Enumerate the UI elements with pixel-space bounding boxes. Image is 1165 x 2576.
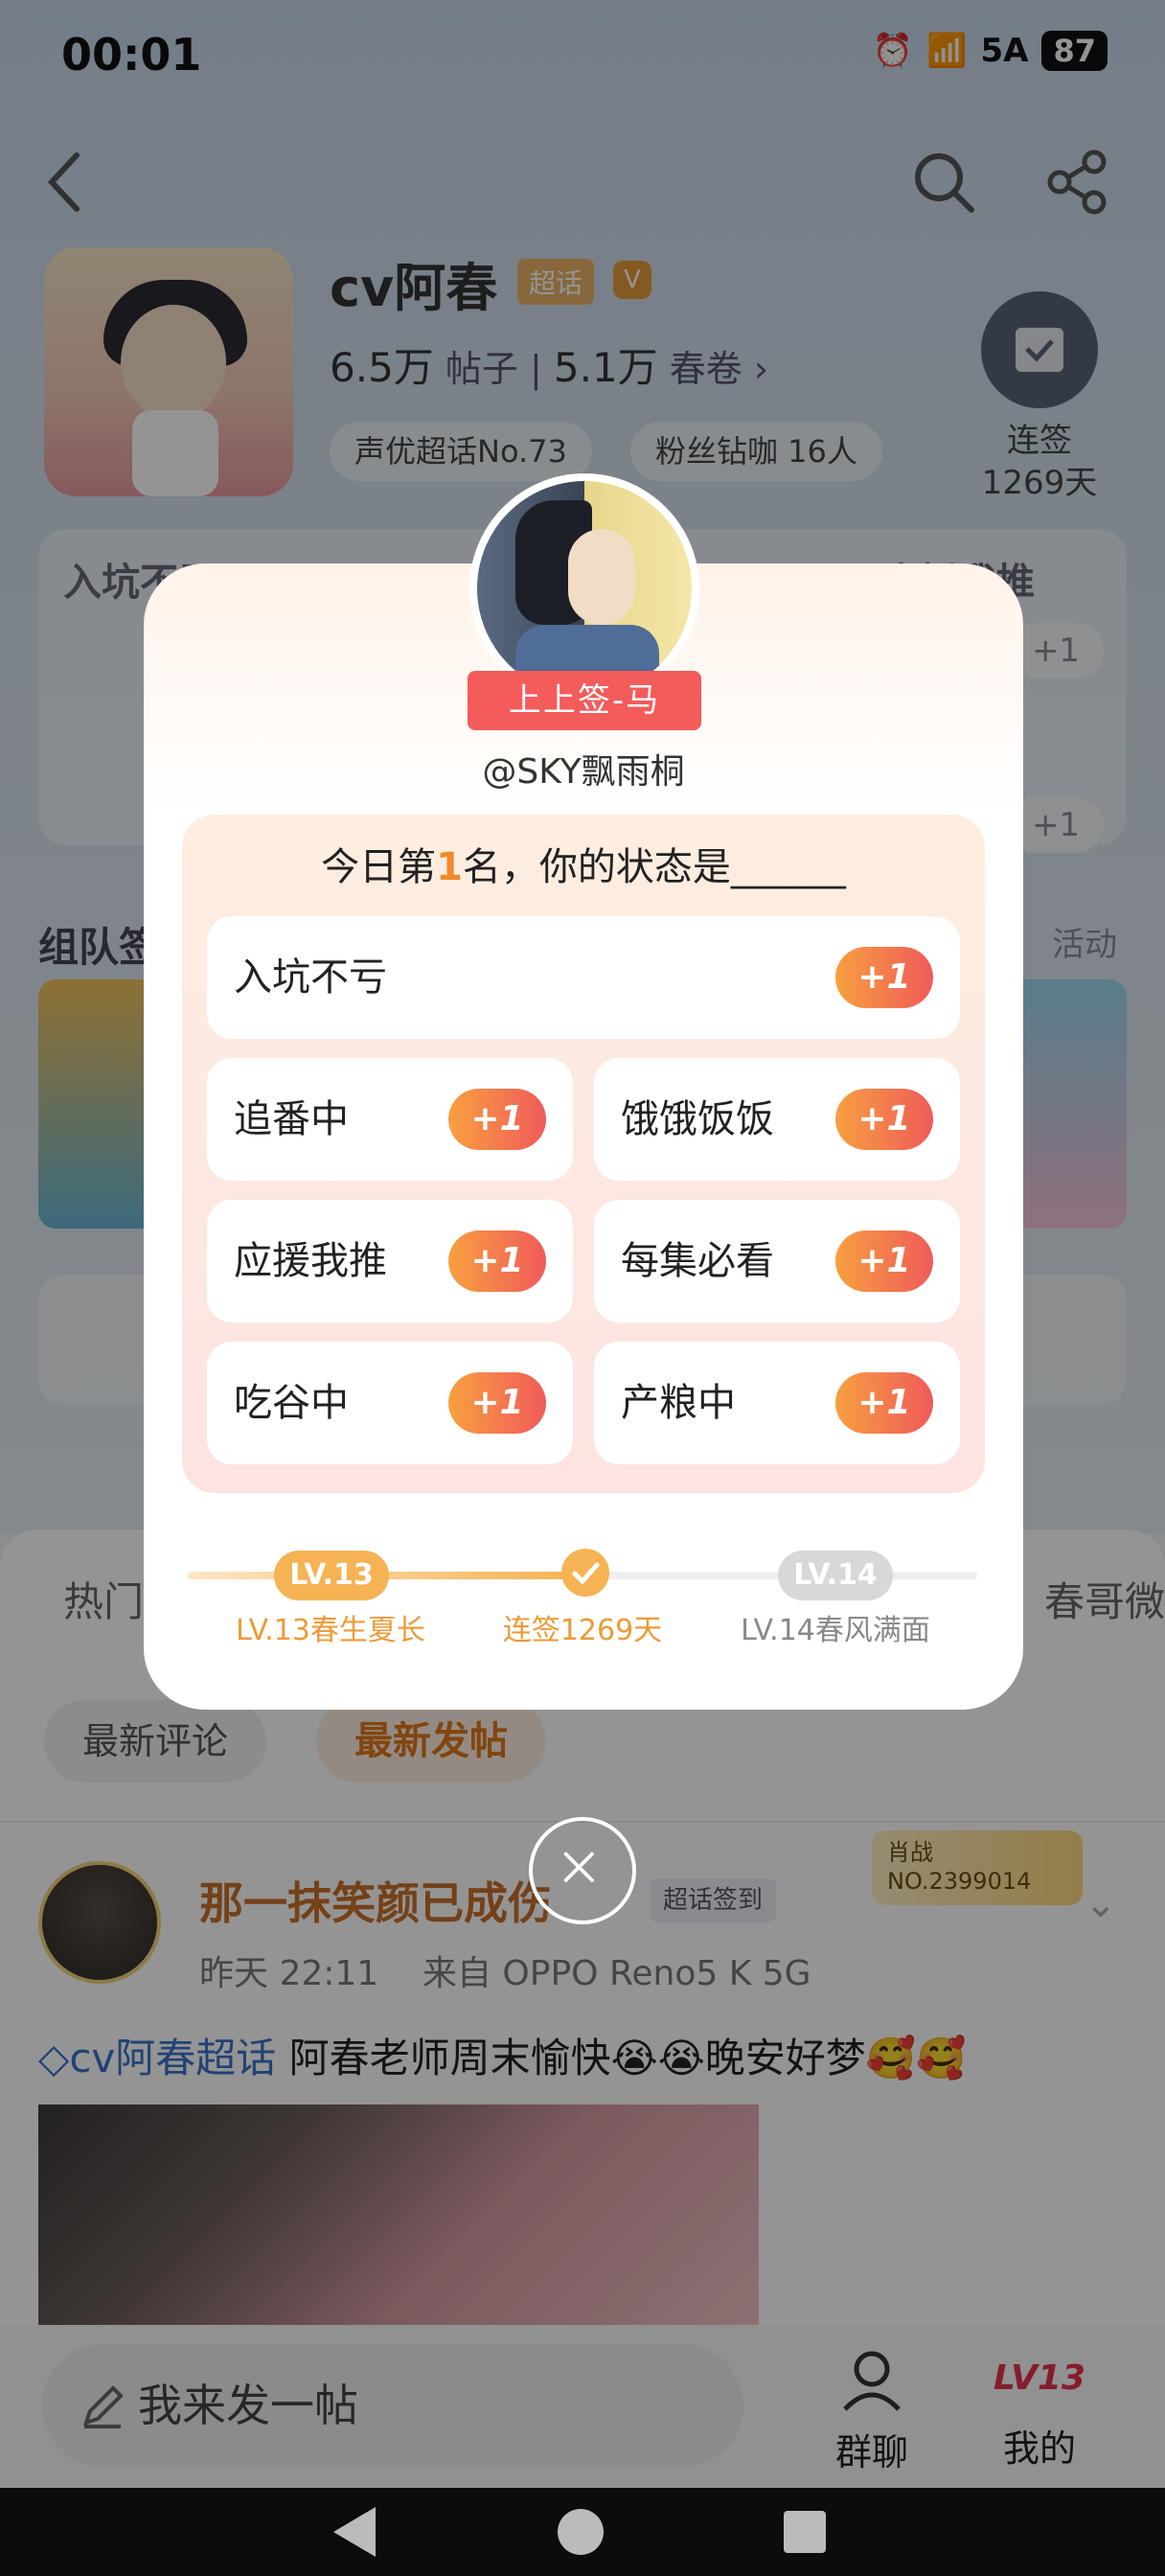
level-current-pill: LV.13 [274,1551,389,1600]
option-label: 饿饿饭饭 [621,1097,774,1141]
level-next-pill: LV.14 [778,1551,893,1600]
plus-one-button[interactable]: +1 [835,1372,933,1434]
status-option[interactable]: 应援我推 +1 [207,1200,573,1322]
option-label: 产粮中 [621,1381,736,1425]
level-current-caption: LV.13春生夏长 [236,1614,425,1647]
status-option[interactable]: 入坑不亏 +1 [207,916,960,1039]
user-avatar [469,473,699,703]
plus-one-button[interactable]: +1 [448,1372,546,1434]
fortune-ribbon: 上上签-马 [450,671,719,730]
status-option[interactable]: 吃谷中 +1 [207,1342,573,1464]
close-icon[interactable] [529,1817,636,1924]
nav-back-icon[interactable] [333,2507,376,2557]
dialog-username: @SKY飘雨桐 [482,752,685,792]
nav-home-icon[interactable] [558,2509,604,2555]
status-option[interactable]: 追番中 +1 [207,1058,573,1181]
status-question: 今日第1名，你的状态是______ [321,845,846,889]
status-option[interactable]: 每集必看 +1 [594,1200,960,1322]
checkin-streak-caption: 连签1269天 [502,1614,663,1647]
plus-one-button[interactable]: +1 [448,1230,546,1292]
level-next-caption: LV.14春风满面 [741,1614,930,1647]
plus-one-button[interactable]: +1 [835,1230,933,1292]
option-label: 吃谷中 [234,1381,349,1425]
status-option[interactable]: 产粮中 +1 [594,1342,960,1464]
plus-one-button[interactable]: +1 [835,947,933,1008]
plus-one-button[interactable]: +1 [835,1089,933,1150]
option-label: 每集必看 [621,1239,774,1283]
check-icon [561,1549,609,1597]
status-option[interactable]: 饿饿饭饭 +1 [594,1058,960,1181]
rank-number: 1 [436,845,463,889]
option-label: 追番中 [234,1097,349,1141]
option-label: 应援我推 [234,1239,387,1283]
option-label: 入坑不亏 [234,955,387,1000]
nav-recent-icon[interactable] [784,2511,826,2553]
system-nav-bar [0,2488,1165,2576]
plus-one-button[interactable]: +1 [448,1089,546,1150]
